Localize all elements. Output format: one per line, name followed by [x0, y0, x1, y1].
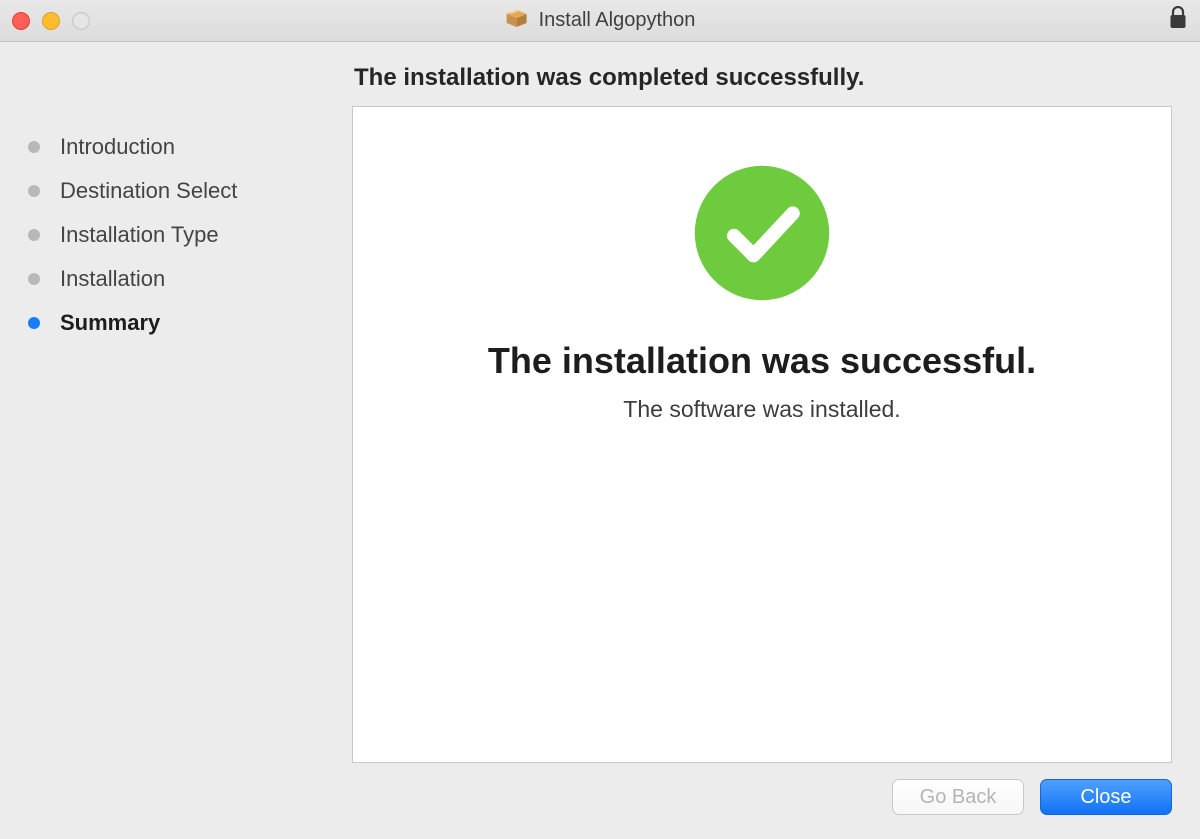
- titlebar: Install Algopython: [0, 0, 1200, 42]
- step-bullet-icon: [28, 229, 40, 241]
- step-label: Summary: [60, 310, 160, 336]
- sidebar-step-installation: Installation: [28, 266, 352, 292]
- content-panel: The installation was successful. The sof…: [352, 106, 1172, 763]
- step-bullet-icon: [28, 273, 40, 285]
- bottom-bar: Go Back Close: [0, 779, 1200, 839]
- success-subtitle: The software was installed.: [623, 396, 900, 423]
- window-title-text: Install Algopython: [539, 9, 696, 32]
- close-button[interactable]: Close: [1040, 779, 1172, 815]
- step-bullet-icon: [28, 141, 40, 153]
- step-label: Installation: [60, 266, 165, 292]
- step-label: Destination Select: [60, 178, 237, 204]
- step-label: Installation Type: [60, 222, 219, 248]
- success-title: The installation was successful.: [488, 340, 1036, 382]
- window-title: Install Algopython: [505, 8, 696, 34]
- main-area: The installation was completed successfu…: [352, 42, 1200, 773]
- sidebar-step-installation-type: Installation Type: [28, 222, 352, 248]
- step-label: Introduction: [60, 134, 175, 160]
- sidebar-step-introduction: Introduction: [28, 134, 352, 160]
- sidebar: Introduction Destination Select Installa…: [0, 42, 352, 773]
- sidebar-step-summary: Summary: [28, 310, 352, 336]
- lock-icon[interactable]: [1168, 6, 1188, 35]
- sidebar-step-destination-select: Destination Select: [28, 178, 352, 204]
- go-back-button: Go Back: [892, 779, 1024, 815]
- step-bullet-icon: [28, 185, 40, 197]
- minimize-window-button[interactable]: [42, 12, 60, 30]
- checkmark-circle-icon: [692, 163, 832, 340]
- page-title: The installation was completed successfu…: [354, 64, 1172, 92]
- maximize-window-button: [72, 12, 90, 30]
- traffic-lights: [12, 12, 90, 30]
- package-icon: [505, 8, 529, 34]
- close-window-button[interactable]: [12, 12, 30, 30]
- step-bullet-icon: [28, 317, 40, 329]
